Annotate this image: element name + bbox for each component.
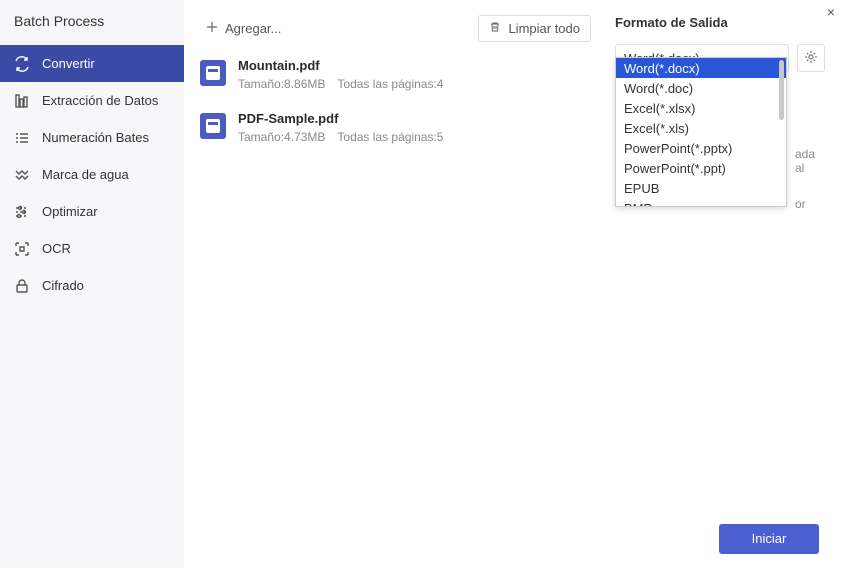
dropdown-option[interactable]: PowerPoint(*.ppt) bbox=[616, 158, 786, 178]
sidebar-item-marca-agua[interactable]: Marca de agua bbox=[0, 156, 184, 193]
sidebar-item-extraccion[interactable]: Extracción de Datos bbox=[0, 82, 184, 119]
sidebar-item-label: Marca de agua bbox=[42, 167, 129, 182]
settings-button[interactable] bbox=[797, 44, 825, 72]
sidebar-item-optimizar[interactable]: Optimizar bbox=[0, 193, 184, 230]
sidebar-title: Batch Process bbox=[0, 0, 184, 45]
dropdown-scrollbar[interactable] bbox=[779, 60, 784, 120]
dropdown-option[interactable]: EPUB bbox=[616, 178, 786, 198]
output-column: Formato de Salida Word(*.docx) ⌄ Word(*. bbox=[607, 0, 847, 508]
sidebar-item-label: Numeración Bates bbox=[42, 130, 149, 145]
sidebar-item-bates[interactable]: Numeración Bates bbox=[0, 119, 184, 156]
format-dropdown: Word(*.docx) Word(*.doc) Excel(*.xlsx) E… bbox=[615, 57, 787, 207]
file-icon bbox=[200, 113, 226, 139]
dropdown-option[interactable]: PowerPoint(*.pptx) bbox=[616, 138, 786, 158]
convert-icon bbox=[14, 56, 30, 72]
file-name: PDF-Sample.pdf bbox=[238, 111, 443, 126]
file-size: Tamaño:4.73MB bbox=[238, 130, 325, 144]
clear-all-button[interactable]: Limpiar todo bbox=[478, 15, 591, 42]
lock-icon bbox=[14, 278, 30, 294]
add-label: Agregar... bbox=[225, 21, 281, 36]
add-button[interactable]: Agregar... bbox=[200, 17, 287, 40]
file-item[interactable]: PDF-Sample.pdf Tamaño:4.73MB Todas las p… bbox=[200, 111, 591, 144]
dropdown-option[interactable]: Excel(*.xls) bbox=[616, 118, 786, 138]
sidebar-item-label: Extracción de Datos bbox=[42, 93, 158, 108]
file-item[interactable]: Mountain.pdf Tamaño:8.86MB Todas las pág… bbox=[200, 58, 591, 91]
start-button[interactable]: Iniciar bbox=[719, 524, 819, 554]
sidebar-item-label: Cifrado bbox=[42, 278, 84, 293]
optimize-icon bbox=[14, 204, 30, 220]
ocr-icon bbox=[14, 241, 30, 257]
clear-label: Limpiar todo bbox=[508, 21, 580, 36]
file-pages: Todas las páginas:5 bbox=[337, 130, 443, 144]
file-icon bbox=[200, 60, 226, 86]
sidebar-item-convertir[interactable]: Convertir bbox=[0, 45, 184, 82]
plus-icon bbox=[206, 21, 218, 36]
file-column: Agregar... Limpiar todo Mountain.pdf bbox=[184, 0, 607, 508]
bates-icon bbox=[14, 130, 30, 146]
sidebar-item-label: Optimizar bbox=[42, 204, 98, 219]
footer: Iniciar bbox=[184, 508, 847, 568]
file-size: Tamaño:8.86MB bbox=[238, 77, 325, 91]
watermark-icon bbox=[14, 167, 30, 183]
sidebar: Batch Process Convertir Extracción de Da… bbox=[0, 0, 184, 568]
dropdown-option[interactable]: Excel(*.xlsx) bbox=[616, 98, 786, 118]
start-label: Iniciar bbox=[752, 531, 787, 546]
sidebar-item-label: OCR bbox=[42, 241, 71, 256]
sidebar-item-cifrado[interactable]: Cifrado bbox=[0, 267, 184, 304]
output-title: Formato de Salida bbox=[615, 15, 825, 30]
sidebar-item-ocr[interactable]: OCR bbox=[0, 230, 184, 267]
sidebar-item-label: Convertir bbox=[42, 56, 95, 71]
trash-icon bbox=[489, 21, 501, 36]
dropdown-option[interactable]: Word(*.docx) bbox=[616, 58, 786, 78]
file-pages: Todas las páginas:4 bbox=[337, 77, 443, 91]
extract-icon bbox=[14, 93, 30, 109]
file-name: Mountain.pdf bbox=[238, 58, 443, 73]
partial-hint-text: ada al or bbox=[795, 147, 825, 233]
dropdown-option[interactable]: Word(*.doc) bbox=[616, 78, 786, 98]
dropdown-option[interactable]: BMP bbox=[616, 198, 786, 206]
gear-icon bbox=[804, 50, 818, 67]
